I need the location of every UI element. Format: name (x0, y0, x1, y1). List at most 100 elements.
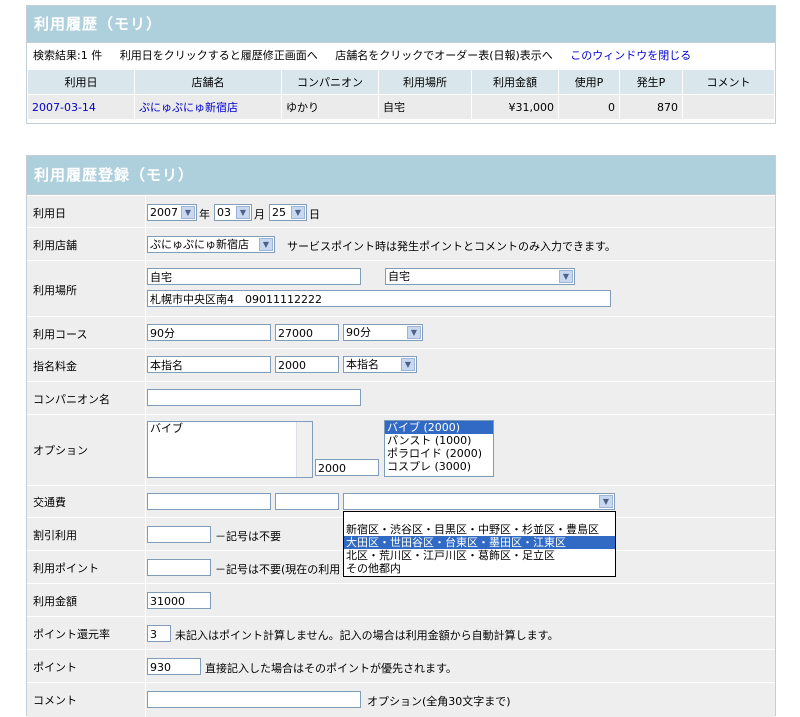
transport-name-input[interactable] (147, 493, 271, 510)
history-table: 利用日 店舗名 コンパニオン 利用場所 利用金額 使用P 発生P コメント 20… (27, 69, 775, 120)
history-panel: 利用履歴（モリ） 検索結果:1 件 利用日をクリックすると履歴修正画面へ 店舗名… (26, 5, 776, 124)
row-date: 利用日 2007 ▼ 年 03 ▼ 月 25 ▼ 日 (27, 195, 775, 227)
list-item[interactable]: バイブ (2000) (385, 421, 493, 434)
store-note: サービスポイント時は発生ポイントとコメントのみ入力できます。 (287, 240, 616, 253)
register-title: 利用履歴登録（モリ） (27, 156, 775, 195)
row-rate: ポイント還元率 3 未記入はポイント計算しません。記入の場合は利用金額から自動計… (27, 616, 775, 649)
place-select-value: 自宅 (388, 270, 410, 283)
history-header-row: 利用日 店舗名 コンパニオン 利用場所 利用金額 使用P 発生P コメント (27, 69, 775, 95)
label-companion: コンパニオン名 (33, 393, 110, 406)
option-textarea[interactable]: バイブ (147, 421, 313, 478)
list-item[interactable]: ポラロイド (2000) (385, 447, 493, 460)
place-name-input[interactable]: 自宅 (147, 268, 361, 285)
list-item[interactable]: その他都内 (344, 562, 615, 575)
month-select[interactable]: 03 ▼ (214, 204, 252, 221)
day-select[interactable]: 25 ▼ (269, 204, 307, 221)
list-item[interactable]: 大田区・世田谷区・台東区・墨田区・江東区 (344, 536, 615, 549)
label-point: ポイント (33, 661, 77, 674)
row-companion: コンパニオン名 (27, 381, 775, 414)
label-point-use: 利用ポイント (33, 562, 99, 575)
address-input[interactable]: 札幌市中央区南4 09011112222 (147, 290, 611, 307)
col-date: 利用日 (27, 69, 135, 95)
label-place: 利用場所 (33, 284, 77, 297)
label-transport: 交通費 (33, 496, 66, 509)
history-used-points: 0 (558, 94, 620, 120)
close-window-link[interactable]: このウィンドウを閉じる (570, 49, 691, 62)
label-comment: コメント (33, 694, 77, 707)
option-text: バイブ (150, 422, 183, 435)
label-rate: ポイント還元率 (33, 628, 110, 641)
option-listbox[interactable]: バイブ (2000) パンスト (1000) ポラロイド (2000) コスプレ… (384, 420, 494, 477)
store-select[interactable]: ぷにゅぷにゅ新宿店 ▼ (147, 236, 275, 253)
history-info-bar: 検索結果:1 件 利用日をクリックすると履歴修正画面へ 店舗名をクリックでオーダ… (27, 43, 775, 69)
point-note: 直接記入した場合はそのポイントが優先されます。 (205, 662, 457, 675)
year-select[interactable]: 2007 ▼ (147, 204, 197, 221)
scrollbar[interactable] (296, 422, 312, 477)
row-course: 利用コース 90分 27000 90分 ▼ (27, 316, 775, 348)
col-store: 店舗名 (134, 69, 282, 95)
search-result-count: 検索結果:1 件 (33, 49, 103, 62)
date-click-hint: 利用日をクリックすると履歴修正画面へ (119, 49, 318, 62)
place-select[interactable]: 自宅 ▼ (385, 268, 575, 285)
discount-input[interactable] (147, 526, 211, 543)
row-nomination: 指名料金 本指名 2000 本指名 ▼ (27, 348, 775, 381)
course-select[interactable]: 90分 ▼ (343, 324, 423, 341)
list-item[interactable]: パンスト (1000) (385, 434, 493, 447)
col-comment: コメント (682, 69, 775, 95)
transport-price-input[interactable] (275, 493, 339, 510)
transport-select[interactable]: ▼ (343, 493, 615, 510)
row-amount: 利用金額 31000 (27, 583, 775, 616)
table-row: 2007-03-14 ぷにゅぷにゅ新宿店 ゆかり 自宅 ¥31,000 0 87… (27, 94, 775, 120)
history-comment (682, 94, 775, 120)
point-input[interactable]: 930 (147, 658, 201, 675)
store-click-hint: 店舗名をクリックでオーダー表(日報)表示へ (335, 49, 553, 62)
day-unit: 日 (309, 208, 320, 221)
chevron-down-icon: ▼ (259, 238, 273, 251)
col-place: 利用場所 (378, 69, 472, 95)
rate-note: 未記入はポイント計算しません。記入の場合は利用金額から自動計算します。 (175, 629, 559, 642)
list-item[interactable]: コスプレ (3000) (385, 460, 493, 473)
course-select-value: 90分 (346, 326, 371, 339)
course-name-input[interactable]: 90分 (147, 324, 271, 341)
register-panel: 利用履歴登録（モリ） 利用日 2007 ▼ 年 03 ▼ 月 25 ▼ 日 利用店舗 … (26, 155, 776, 717)
option-price-input[interactable]: 2000 (315, 459, 379, 476)
amount-input[interactable]: 31000 (147, 592, 211, 609)
list-item[interactable]: 新宿区・渋谷区・目黒区・中野区・杉並区・豊島区 (344, 523, 615, 536)
row-point: ポイント 930 直接記入した場合はそのポイントが優先されます。 (27, 649, 775, 682)
chevron-down-icon: ▼ (181, 206, 195, 219)
year-unit: 年 (199, 208, 210, 221)
col-used-points: 使用P (558, 69, 620, 95)
year-value: 2007 (150, 206, 178, 219)
nomination-name-input[interactable]: 本指名 (147, 356, 271, 373)
course-price-input[interactable]: 27000 (275, 324, 339, 341)
chevron-down-icon: ▼ (291, 206, 305, 219)
chevron-down-icon: ▼ (236, 206, 250, 219)
chevron-down-icon: ▼ (407, 326, 421, 339)
col-amount: 利用金額 (471, 69, 559, 95)
transport-dropdown-list[interactable]: 新宿区・渋谷区・目黒区・中野区・杉並区・豊島区 大田区・世田谷区・台東区・墨田区… (343, 511, 616, 577)
month-unit: 月 (254, 208, 265, 221)
label-discount: 割引利用 (33, 529, 77, 542)
history-date-link[interactable]: 2007-03-14 (27, 94, 135, 120)
col-companion: コンパニオン (281, 69, 379, 95)
nomination-price-input[interactable]: 2000 (275, 356, 339, 373)
discount-note: －記号は不要 (215, 530, 281, 543)
history-companion: ゆかり (281, 94, 379, 120)
history-store-link[interactable]: ぷにゅぷにゅ新宿店 (134, 94, 282, 120)
point-use-note: －記号は不要(現在の利用 (215, 563, 341, 576)
rate-input[interactable]: 3 (147, 625, 171, 642)
row-option: オプション バイブ 2000 バイブ (2000) パンスト (1000) ポラ… (27, 414, 775, 485)
comment-note: オプション(全角30文字まで) (367, 695, 511, 708)
history-earned-points: 870 (619, 94, 683, 120)
label-option: オプション (33, 444, 88, 457)
nomination-select-value: 本指名 (346, 358, 379, 371)
companion-input[interactable] (147, 389, 361, 406)
nomination-select[interactable]: 本指名 ▼ (343, 356, 417, 373)
label-course: 利用コース (33, 328, 88, 341)
chevron-down-icon: ▼ (559, 270, 573, 283)
label-date: 利用日 (33, 207, 66, 220)
day-value: 25 (272, 206, 286, 219)
history-title: 利用履歴（モリ） (27, 6, 775, 43)
list-item[interactable]: 北区・荒川区・江戸川区・葛飾区・足立区 (344, 549, 615, 562)
point-use-input[interactable] (147, 559, 211, 576)
